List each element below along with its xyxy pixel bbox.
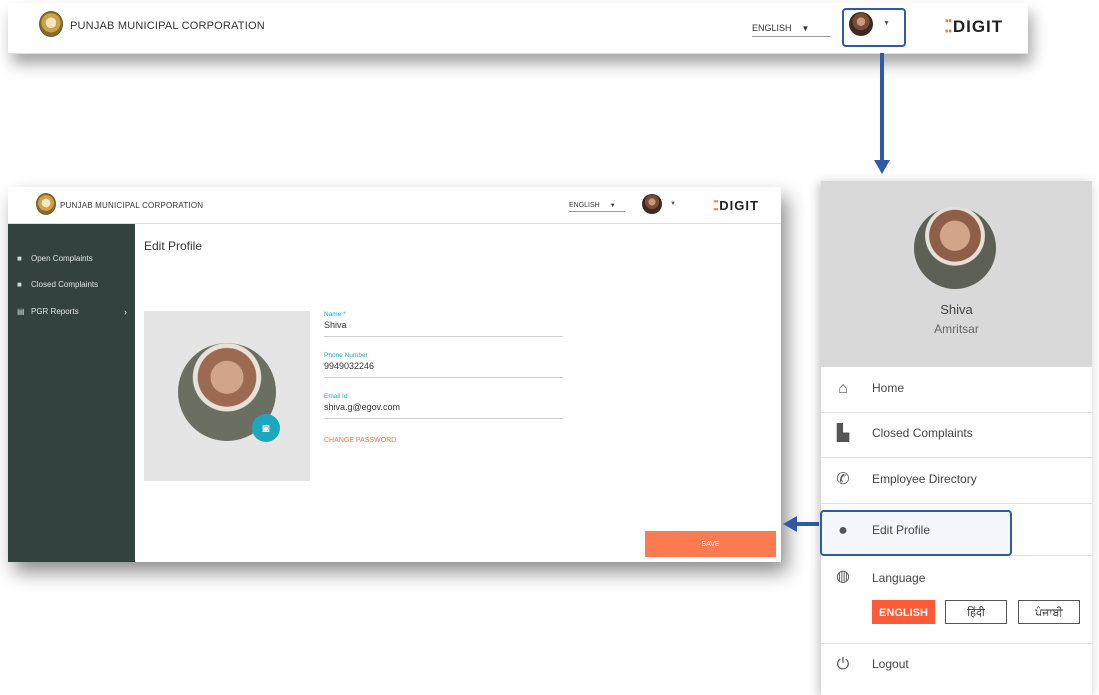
drawer-item-closed-complaints[interactable]: ▙ Closed Complaints xyxy=(821,412,1092,458)
drawer-item-home[interactable]: ⌂ Home xyxy=(821,367,1092,413)
email-field[interactable]: shiva.g@egov.com xyxy=(324,402,400,412)
language-select-value: ENGLISH xyxy=(752,23,792,33)
name-label: Name * xyxy=(324,311,346,318)
corporation-name: PUNJAB MUNICIPAL CORPORATION xyxy=(60,201,204,210)
sidebar: ■ Open Complaints ■ Closed Complaints ▤ PGR… xyxy=(8,224,135,562)
power-icon: ⏻ xyxy=(836,656,850,673)
language-punjabi-button[interactable]: ਪੰਜਾਬੀ xyxy=(1018,600,1080,624)
digit-logo: ⁚⁚ DIGIT xyxy=(944,17,1004,36)
digit-dots-icon: ⁚⁚ xyxy=(944,17,953,36)
save-button[interactable]: SAVE xyxy=(645,531,776,557)
main-header: PUNJAB MUNICIPAL CORPORATION ENGLISH ▼ ▼ … xyxy=(8,187,781,224)
language-select-value: ENGLISH xyxy=(569,202,600,209)
language-select[interactable]: ENGLISH ▼ xyxy=(752,23,830,37)
avatar[interactable] xyxy=(642,194,662,214)
caret-down-icon: ▼ xyxy=(609,203,616,209)
language-english-button[interactable]: ENGLISH xyxy=(872,600,935,624)
folder-icon: ■ xyxy=(17,254,22,263)
arrow-left-head xyxy=(783,516,797,532)
profile-drawer: Shiva Amritsar ⌂ Home ▙ Closed Complaint… xyxy=(821,181,1092,695)
phone-label: Phone Number xyxy=(324,352,368,359)
email-label: Email Id xyxy=(324,393,348,400)
chevron-right-icon: › xyxy=(124,307,127,317)
change-password-link[interactable]: CHANGE PASSWORD xyxy=(324,437,396,444)
digit-dots-icon: ⁚⁚ xyxy=(713,198,719,213)
globe-icon: ◍ xyxy=(836,568,850,585)
document-check-icon: ▙ xyxy=(836,425,850,442)
sidebar-item-closed-complaints[interactable]: ■ Closed Complaints xyxy=(17,280,98,289)
corporation-emblem-icon xyxy=(36,193,56,215)
corporation-name: PUNJAB MUNICIPAL CORPORATION xyxy=(70,20,265,32)
camera-icon[interactable]: ◙ xyxy=(252,414,280,442)
name-field[interactable]: Shiva xyxy=(324,320,347,330)
arrow-left xyxy=(795,522,819,526)
report-icon: ▤ xyxy=(17,307,25,316)
profile-toggle-highlight xyxy=(842,8,906,47)
language-select[interactable]: ENGLISH ▼ xyxy=(569,202,625,212)
page-title: Edit Profile xyxy=(144,239,203,253)
drawer-item-logout[interactable]: ⏻ Logout xyxy=(821,643,1092,688)
name-field-underline xyxy=(324,336,563,337)
drawer-item-employee-directory[interactable]: ✆ Employee Directory xyxy=(821,458,1092,504)
sidebar-item-open-complaints[interactable]: ■ Open Complaints xyxy=(17,254,93,263)
arrow-down xyxy=(880,53,884,164)
edit-profile-screen: PUNJAB MUNICIPAL CORPORATION ENGLISH ▼ ▼ … xyxy=(8,187,781,562)
phone-field-underline xyxy=(324,377,563,378)
user-city: Amritsar xyxy=(934,322,979,336)
user-name: Shiva xyxy=(940,302,973,317)
email-field-underline xyxy=(324,418,563,419)
language-hindi-button[interactable]: हिंदी xyxy=(945,600,1007,624)
caret-down-icon[interactable]: ▼ xyxy=(670,201,676,207)
arrow-down-head xyxy=(874,160,890,174)
home-icon: ⌂ xyxy=(838,380,848,397)
phone-field[interactable]: 9949032246 xyxy=(324,361,374,371)
corporation-emblem-icon xyxy=(39,11,63,37)
edit-profile-highlight xyxy=(820,510,1012,556)
digit-logo: ⁚⁚ DIGIT xyxy=(713,198,759,213)
sidebar-item-pgr-reports[interactable]: ▤ PGR Reports › xyxy=(17,307,127,317)
avatar xyxy=(914,207,996,289)
phone-icon: ✆ xyxy=(836,471,850,488)
folder-closed-icon: ■ xyxy=(17,280,22,289)
drawer-header: Shiva Amritsar xyxy=(821,181,1092,367)
caret-down-icon: ▼ xyxy=(801,24,810,33)
